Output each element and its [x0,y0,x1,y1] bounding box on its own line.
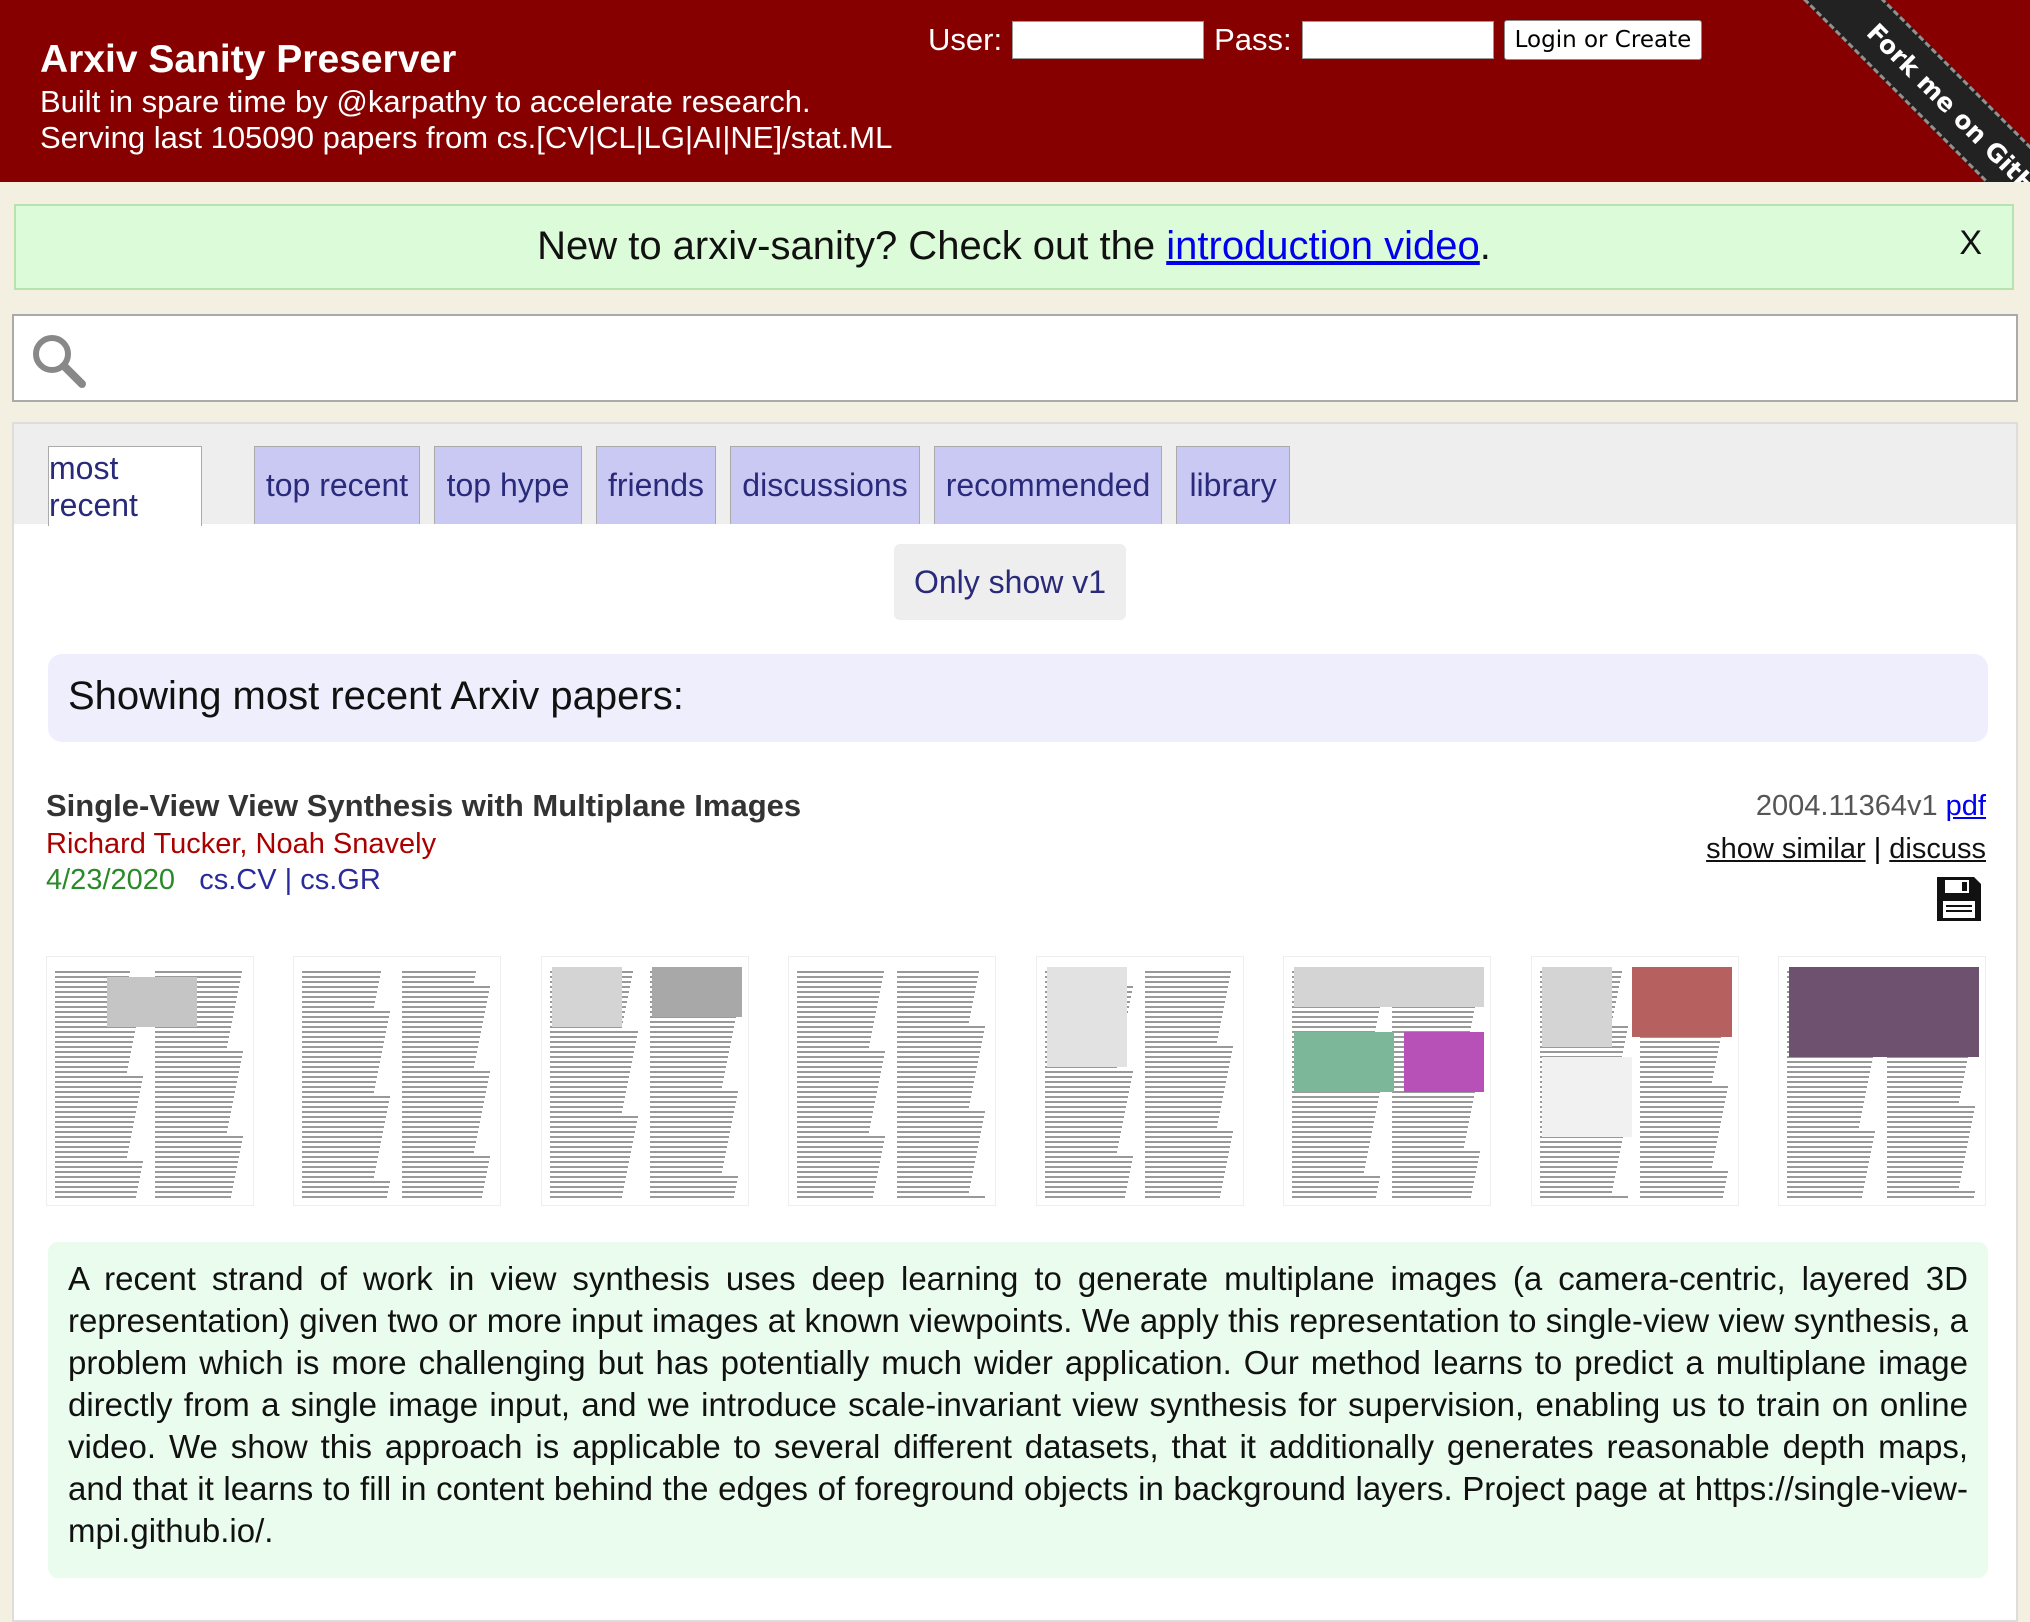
tab-friends[interactable]: friends [596,446,716,524]
search-icon [33,335,86,388]
paper-thumbnails[interactable] [46,956,1986,1206]
user-label: User: [928,22,1003,57]
paper-abstract: A recent strand of work in view synthesi… [48,1242,1988,1578]
paper-title[interactable]: Single-View View Synthesis with Multipla… [46,788,801,824]
paper-authors[interactable]: Richard Tucker, Noah Snavely [46,828,436,861]
link-separator: | [1873,833,1882,865]
pass-label: Pass: [1214,22,1292,57]
intro-text-suffix: . [1479,224,1491,268]
login-form: User: Pass: Login or Create [928,18,1703,62]
tagline-line-2: Serving last 105090 papers from cs.[CV|C… [40,120,893,155]
site-title: Arxiv Sanity Preserver [40,38,457,81]
username-input[interactable] [1012,21,1205,59]
tab-library[interactable]: library [1176,446,1290,524]
close-banner-button[interactable]: X [1959,224,1982,263]
fork-github-ribbon[interactable]: Fork me on GitHub [1803,0,2030,182]
paper-date: 4/23/2020 [46,864,176,896]
tab-top-hype[interactable]: top hype [434,446,582,524]
search-input[interactable] [110,324,2004,394]
thumbnail-page[interactable] [1036,956,1244,1206]
thumbnail-page[interactable] [1778,956,1986,1206]
pdf-link[interactable]: pdf [1946,790,1986,822]
intro-video-link[interactable]: introduction video [1166,224,1480,268]
category-tag[interactable]: cs.GR [300,864,381,896]
site-header: Arxiv Sanity Preserver Built in spare ti… [0,0,2030,182]
search-box [12,314,2018,402]
login-button[interactable]: Login or Create [1503,20,1703,60]
discuss-link[interactable]: discuss [1889,833,1986,865]
intro-text-prefix: New to arxiv-sanity? Check out the [537,224,1167,268]
category-separator: | [284,864,293,896]
thumbnail-page[interactable] [1283,956,1491,1206]
tab-bar: most recent top recent top hype friends … [14,424,2016,526]
arxiv-id: 2004.11364v1 [1755,790,1938,822]
tab-discussions[interactable]: discussions [730,446,920,524]
floppy-disk-icon[interactable] [1934,874,1984,924]
tagline-line-1: Built in spare time by @karpathy to acce… [40,84,811,119]
site-tagline: Built in spare time by @karpathy to acce… [40,84,892,156]
paper-meta: 4/23/2020 cs.CV | cs.GR [46,864,381,897]
thumbnail-page[interactable] [788,956,996,1206]
category-tag[interactable]: cs.CV [199,864,276,896]
paper-actions: 2004.11364v1 pdf show similar | discuss [1706,790,1986,866]
tab-recommended[interactable]: recommended [934,446,1162,524]
password-input[interactable] [1301,21,1494,59]
showing-heading: Showing most recent Arxiv papers: [48,654,1988,742]
thumbnail-page[interactable] [1531,956,1739,1206]
thumbnail-page[interactable] [46,956,254,1206]
thumbnail-page[interactable] [293,956,501,1206]
tab-top-recent[interactable]: top recent [254,446,420,524]
intro-banner: New to arxiv-sanity? Check out the intro… [14,204,2014,290]
thumbnail-page[interactable] [541,956,749,1206]
main-panel: most recent top recent top hype friends … [12,422,2018,1622]
tab-most-recent[interactable]: most recent [48,446,202,526]
intro-text: New to arxiv-sanity? Check out the intro… [16,224,2012,269]
show-similar-link[interactable]: show similar [1706,833,1866,865]
only-show-v1-button[interactable]: Only show v1 [894,544,1126,620]
